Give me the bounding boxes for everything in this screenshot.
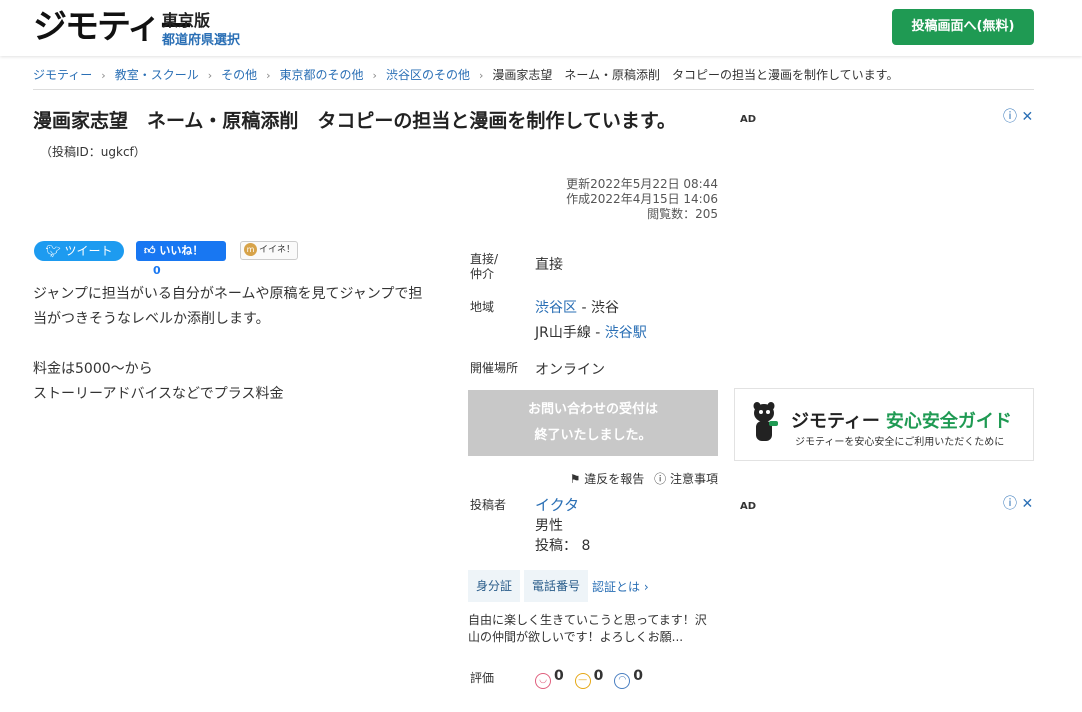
breadcrumb-current: 漫画家志望 ネーム・原稿添削 タコピーの担当と漫画を制作しています。 (492, 68, 899, 82)
description-paragraph: ジャンプに担当がいる自分がネームや原稿を見てジャンプで担当がつきそうなレベルか添… (33, 286, 423, 327)
station-link[interactable]: 渋谷駅 (605, 325, 647, 341)
close-icon[interactable]: ✕ (1021, 109, 1033, 125)
chevron-right-icon: › (207, 69, 213, 82)
chevron-right-icon: › (478, 69, 484, 82)
phone-verified-badge: 電話番号 (524, 570, 589, 602)
poster-bio: 自由に楽しく生きていこうと思ってます！沢山の仲間が欲しいです！よろしくお願... (468, 613, 707, 644)
like-count: 0 (148, 263, 166, 279)
ad-controls-lower: ⓘ ✕ (1003, 493, 1033, 513)
breadcrumb-item-shibuya-other[interactable]: 渋谷区のその他 (386, 68, 470, 82)
post-button[interactable]: 投稿画面へ(無料) (892, 9, 1034, 45)
facebook-like-button[interactable]: 👍︎ いいね！ 0 (136, 241, 226, 279)
ad-controls: ⓘ ✕ (1003, 106, 1033, 126)
rating-values: ◡ 0 —0 ◠ 0 (535, 668, 643, 689)
id-verified-badge: 身分証 (468, 570, 521, 602)
breadcrumb-item-home[interactable]: ジモティー (33, 68, 92, 82)
poster-post-count: 投稿： 8 (535, 538, 591, 554)
inquiry-closed-button: お問い合わせの受付は 終了いたしました。 (468, 390, 718, 456)
venue-label: 開催場所 (470, 361, 519, 375)
iine-button[interactable]: m イイネ！ (240, 241, 298, 260)
chevron-right-icon: › (372, 69, 377, 82)
site-header: ジモティー 東京版 都道府県選択 投稿画面へ(無料) (0, 0, 1082, 56)
town-name: 渋谷 (590, 300, 619, 316)
info-icon[interactable]: ⓘ (1003, 109, 1017, 125)
ad-label: AD (740, 114, 757, 125)
info-icon[interactable]: ⓘ (1003, 496, 1017, 512)
poster-gender: 男性 (535, 518, 563, 534)
guide-subtitle: ジモティーを安心安全にご利用いただくために (795, 437, 1005, 448)
rating-label: 評価 (470, 671, 495, 685)
breadcrumb-item-school[interactable]: 教室・スクール (115, 68, 199, 82)
post-meta: 更新2022年5月22日 08:44 作成2022年4月15日 14:06 閲覧… (470, 177, 718, 222)
notice-link[interactable]: 注意事項 (670, 472, 718, 486)
area-label: 地域 (470, 300, 495, 314)
prefecture-select-link[interactable]: 都道府県選択 (162, 29, 240, 48)
station-value: JR山手線 - 渋谷駅 (535, 325, 647, 341)
rating-good-count: 0 (554, 668, 564, 684)
verification-info-link[interactable]: 認証とは › (592, 578, 649, 595)
rating-bad-count: 0 (633, 668, 643, 684)
bird-icon: 🐦︎ (45, 244, 61, 258)
price-extra-text: ストーリーアドバイスなどでプラス料金 (33, 386, 284, 402)
close-icon[interactable]: ✕ (1021, 496, 1033, 512)
line-name: JR山手線 (535, 325, 591, 341)
poster-name-link[interactable]: イクタ (535, 496, 579, 514)
poster-info: イクタ 男性 投稿： 8 (535, 495, 590, 556)
chevron-right-icon: › (101, 69, 106, 82)
smile-face-icon: ◡ (535, 673, 551, 689)
created-date: 作成2022年4月15日 14:06 (566, 192, 718, 206)
venue-value: オンライン (535, 362, 605, 378)
report-row: ⚑ 違反を報告 ⓘ 注意事項 (470, 470, 718, 487)
mascot-icon (753, 402, 778, 441)
post-id: （投稿ID：ugkcf） (40, 145, 146, 159)
info-circle-icon: ⓘ (654, 472, 667, 486)
direct-label: 直接/ 仲介 (470, 252, 499, 281)
breadcrumb-item-tokyo-other[interactable]: 東京都のその他 (280, 68, 364, 82)
flag-icon: ⚑ (569, 472, 581, 486)
updated-date: 更新2022年5月22日 08:44 (566, 177, 718, 191)
view-count: 閲覧数：205 (647, 207, 718, 221)
ad-label-lower: AD (740, 501, 757, 512)
direct-value: 直接 (535, 257, 563, 273)
neutral-face-icon: — (574, 673, 591, 689)
breadcrumb: ジモティー › 教室・スクール › その他 › 東京都のその他 › 渋谷区のその他 › 漫画家志望 … (33, 66, 1034, 90)
breadcrumb-item-other[interactable]: その他 (221, 68, 257, 82)
post-description: ジャンプに担当がいる自分がネームや原稿を見てジャンプで担当がつきそうなレベルか添… (33, 282, 433, 407)
poster-label: 投稿者 (470, 498, 507, 512)
safety-guide-banner[interactable]: ジモティー 安心安全ガイド ジモティーを安心安全にご利用いただくために (734, 388, 1034, 461)
mixi-icon: m (244, 243, 257, 256)
area-value: 渋谷区 - 渋谷 (535, 300, 619, 316)
sad-face-icon: ◠ (614, 673, 631, 689)
ward-link[interactable]: 渋谷区 (535, 300, 577, 316)
rating-normal-count: 0 (593, 668, 604, 684)
price-text: 料金は5000～から (33, 361, 153, 377)
report-link[interactable]: 違反を報告 (584, 472, 644, 486)
chevron-right-icon: › (266, 69, 271, 82)
guide-title: ジモティー 安心安全ガイド (791, 411, 1012, 432)
page-title: 漫画家志望 ネーム・原稿添削 タコピーの担当と漫画を制作しています。 (33, 110, 676, 132)
tweet-button[interactable]: 🐦︎ ツイート (34, 241, 124, 261)
edition-label: 東京版 (162, 11, 211, 30)
thumbs-up-icon: 👍︎ (144, 244, 156, 257)
